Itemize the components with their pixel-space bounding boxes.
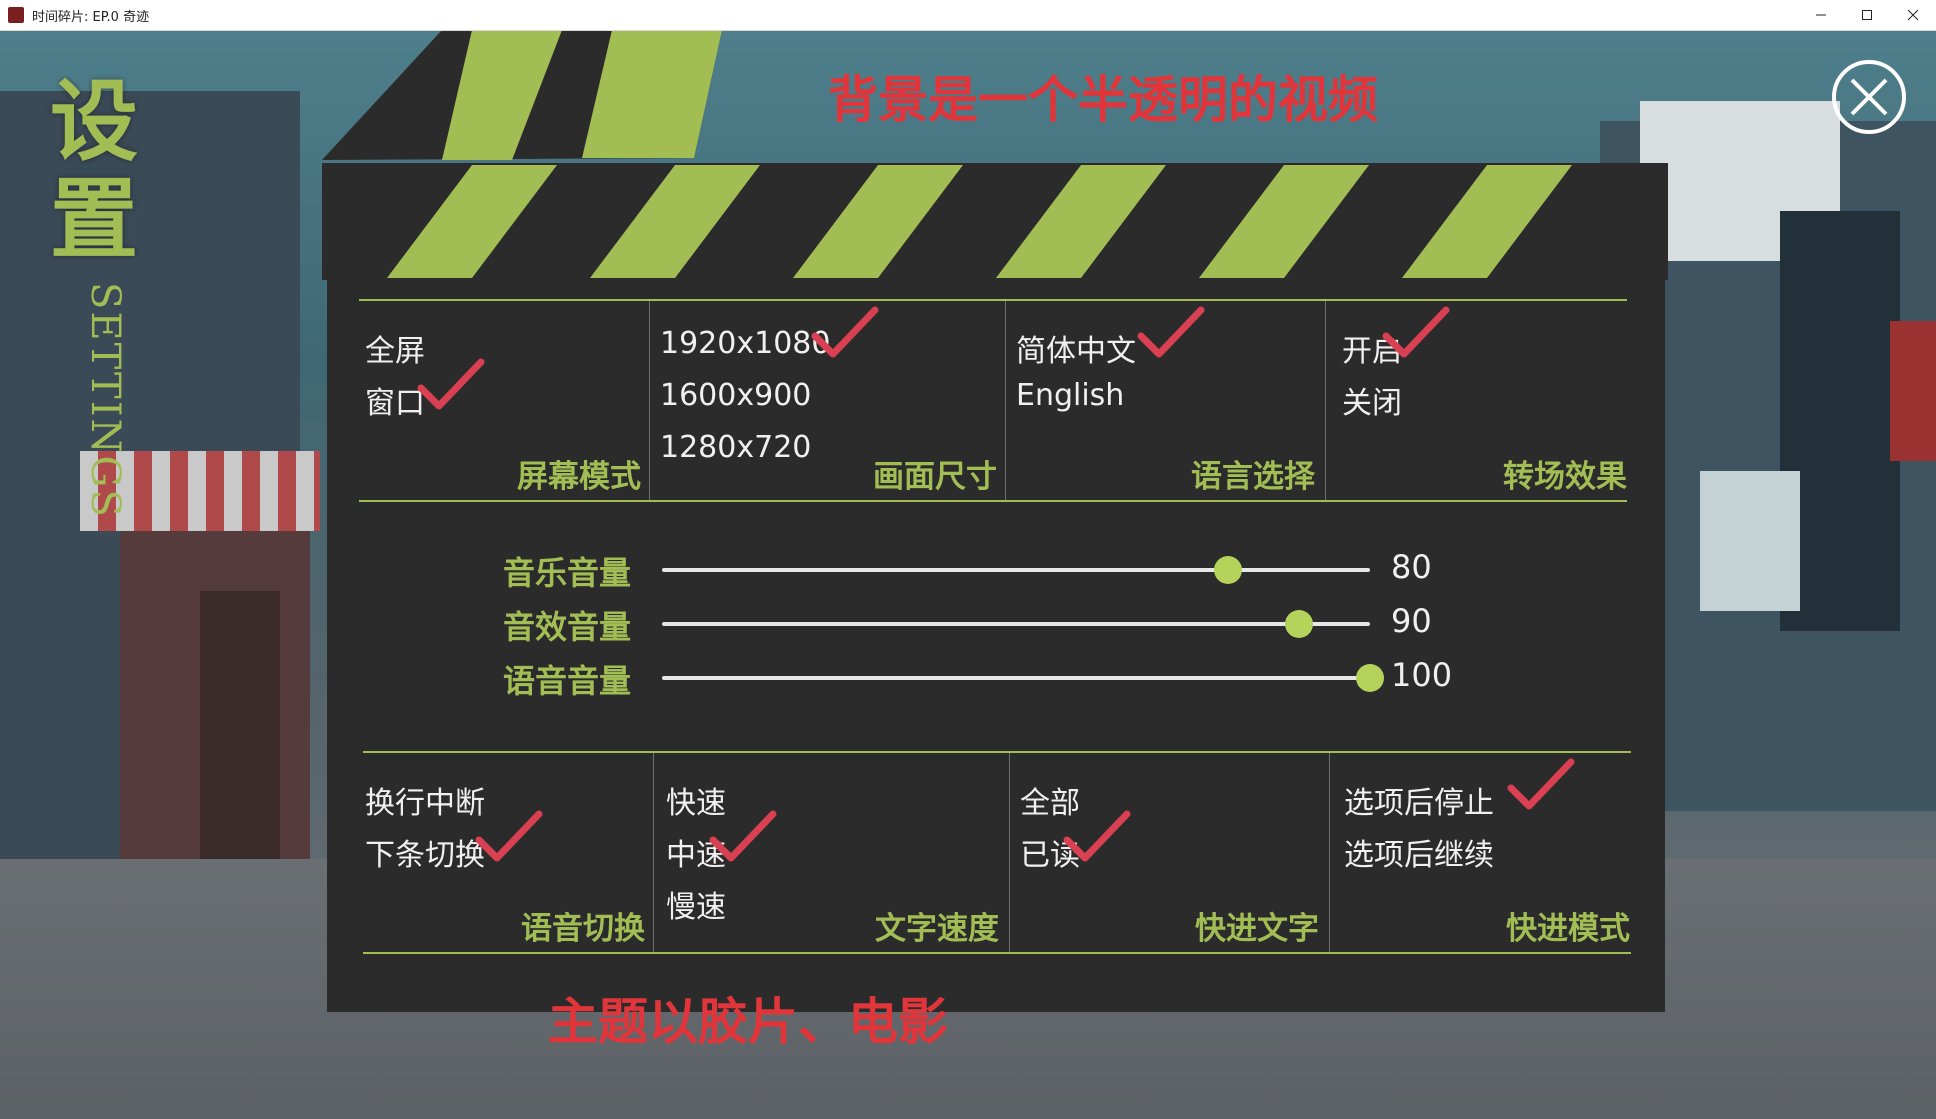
window-titlebar: 时间碎片: EP.0 奇迹 (0, 0, 1936, 31)
app-icon (8, 7, 24, 23)
column-divider (1009, 753, 1010, 952)
close-settings-button[interactable] (1830, 58, 1908, 136)
voice-volume-track[interactable] (662, 676, 1370, 680)
music-volume-value: 80 (1391, 548, 1432, 586)
column-divider (1329, 753, 1330, 952)
close-circle-icon (1832, 60, 1906, 134)
divider-top-2 (359, 500, 1627, 502)
divider-bottom-2 (363, 952, 1631, 954)
check-icon (417, 358, 485, 410)
column-divider (653, 753, 654, 952)
divider-top-1 (359, 299, 1627, 301)
sfx-volume-value: 90 (1391, 602, 1432, 640)
label-skip-mode: 快进模式 (1506, 911, 1630, 947)
option-continue-after-choice[interactable]: 选项后继续 (1344, 830, 1494, 874)
check-icon (1507, 758, 1575, 810)
column-divider (649, 301, 650, 500)
label-transition: 转场效果 (1503, 459, 1627, 495)
option-1920x1080[interactable]: 1920x1080 (660, 326, 830, 361)
label-text-speed: 文字速度 (875, 911, 999, 947)
label-screen-mode: 屏幕模式 (517, 459, 641, 495)
check-icon (1137, 306, 1205, 358)
label-language: 语言选择 (1191, 459, 1315, 495)
voice-volume-value: 100 (1391, 656, 1453, 694)
voice-volume-thumb[interactable] (1356, 664, 1384, 692)
label-voice-volume: 语音音量 (503, 662, 632, 700)
sfx-volume-thumb[interactable] (1285, 610, 1314, 638)
label-voice-switch: 语音切换 (521, 911, 645, 947)
window-controls (1798, 0, 1936, 30)
check-icon (811, 306, 879, 358)
maximize-button[interactable] (1844, 0, 1890, 30)
option-windowed[interactable]: 窗口 (365, 378, 425, 422)
left-door (200, 591, 280, 891)
option-1600x900[interactable]: 1600x900 (660, 378, 811, 413)
divider-bottom-1 (363, 751, 1631, 753)
label-skip-text: 快进文字 (1195, 911, 1319, 947)
option-1280x720[interactable]: 1280x720 (660, 430, 811, 465)
check-icon (1063, 810, 1131, 862)
minimize-icon (1816, 14, 1826, 16)
option-break-on-newline[interactable]: 换行中断 (365, 778, 485, 822)
label-music-volume: 音乐音量 (503, 554, 632, 592)
label-resolution: 画面尺寸 (873, 459, 997, 495)
sfx-volume-track[interactable] (662, 622, 1370, 626)
window-title: 时间碎片: EP.0 奇迹 (32, 9, 150, 25)
settings-side-title: 设置 SETTINGS (50, 69, 160, 519)
right-shop (1700, 471, 1800, 611)
right-sign (1890, 321, 1936, 461)
settings-panel: 全屏 窗口 屏幕模式 1920x1080 1600x900 1280x720 画… (327, 280, 1665, 1012)
option-simplified-chinese[interactable]: 简体中文 (1016, 326, 1136, 370)
check-icon (475, 810, 543, 862)
option-slow[interactable]: 慢速 (666, 882, 726, 926)
column-divider (1325, 301, 1326, 500)
check-icon (709, 810, 777, 862)
settings-title-cn: 设置 (50, 69, 139, 271)
music-volume-track[interactable] (662, 568, 1370, 572)
column-divider (1005, 301, 1006, 500)
window-close-button[interactable] (1890, 0, 1936, 30)
close-icon (1907, 9, 1919, 21)
option-english[interactable]: English (1016, 378, 1124, 413)
maximize-icon (1862, 10, 1872, 20)
option-fullscreen[interactable]: 全屏 (365, 326, 425, 370)
annotation-top: 背景是一个半透明的视频 (828, 70, 1378, 129)
music-volume-thumb[interactable] (1214, 556, 1243, 584)
settings-title-en: SETTINGS (82, 282, 128, 519)
annotation-bottom: 主题以胶片、电影 (548, 992, 948, 1051)
option-switch-next[interactable]: 下条切换 (365, 830, 485, 874)
check-icon (1382, 306, 1450, 358)
minimize-button[interactable] (1798, 0, 1844, 30)
option-stop-after-choice[interactable]: 选项后停止 (1344, 778, 1494, 822)
option-transition-off[interactable]: 关闭 (1342, 378, 1402, 422)
label-sfx-volume: 音效音量 (503, 608, 632, 646)
